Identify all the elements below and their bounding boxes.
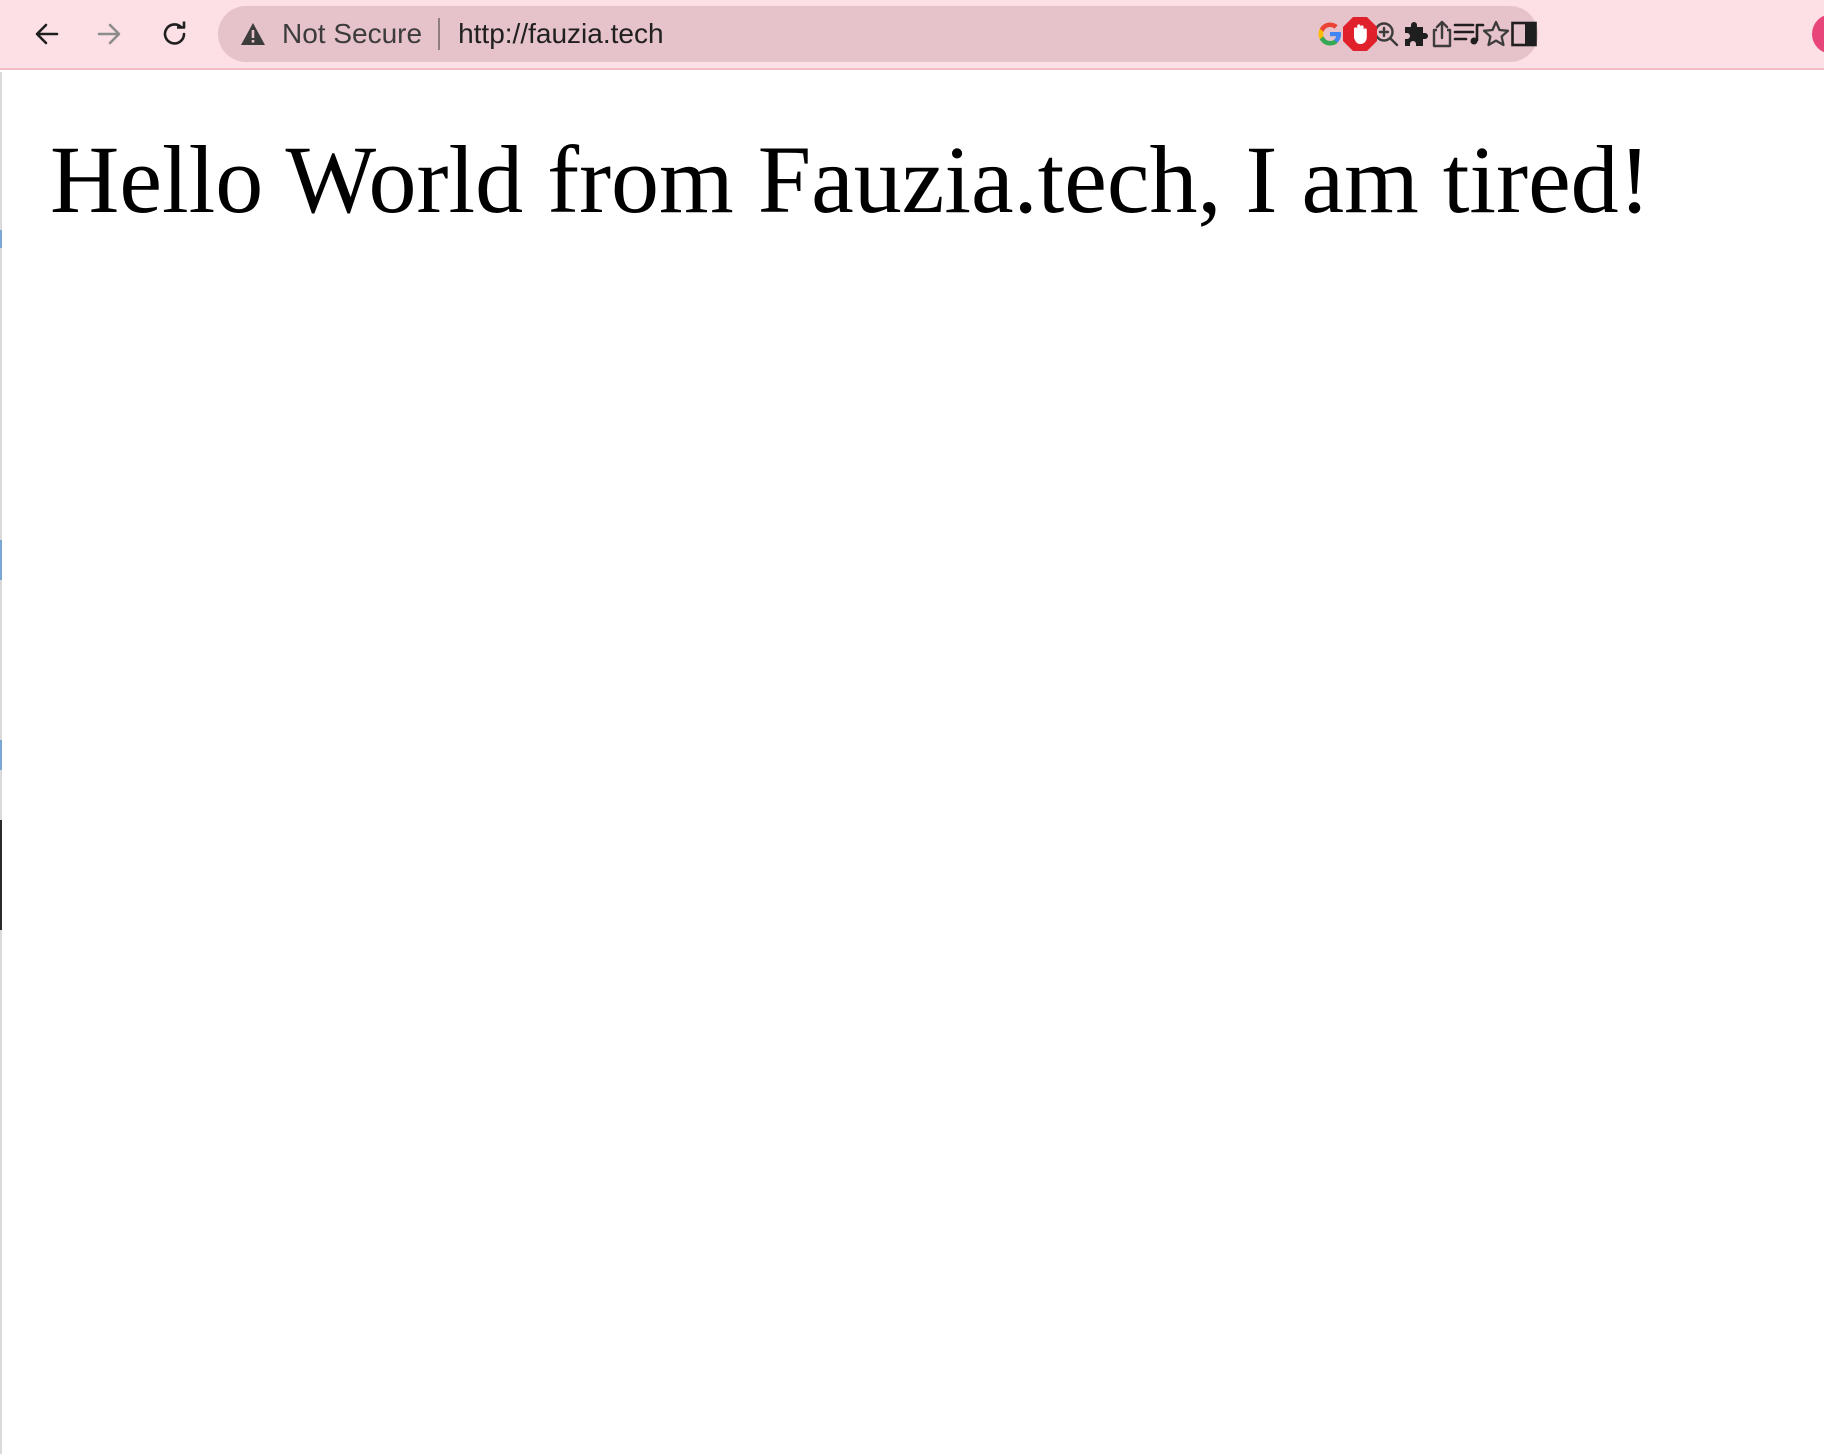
page-content: Hello World from Fauzia.tech, I am tired… — [2, 72, 1824, 1454]
adblock-icon[interactable] — [1339, 13, 1381, 55]
security-label: Not Secure — [282, 18, 423, 49]
arrow-right-icon — [97, 23, 121, 45]
warning-triangle-icon — [240, 22, 266, 46]
browser-window: Not Secure http://fauzia.tech Hello Worl… — [0, 0, 1824, 1454]
arrow-left-icon — [35, 23, 59, 45]
reload-icon — [163, 21, 186, 45]
omnibox-divider — [438, 18, 441, 50]
profile-avatar[interactable] — [1812, 14, 1824, 54]
back-button[interactable] — [24, 11, 70, 57]
puzzle-extensions-icon[interactable] — [1394, 13, 1436, 55]
side-panel-icon[interactable] — [1503, 13, 1545, 55]
forward-button[interactable] — [86, 11, 132, 57]
browser-toolbar: Not Secure http://fauzia.tech — [0, 0, 1824, 70]
reload-button[interactable] — [152, 11, 198, 57]
page-heading: Hello World from Fauzia.tech, I am tired… — [50, 126, 1651, 233]
site-info-chip[interactable]: Not Secure — [218, 6, 438, 62]
media-queue-icon[interactable] — [1448, 13, 1490, 55]
